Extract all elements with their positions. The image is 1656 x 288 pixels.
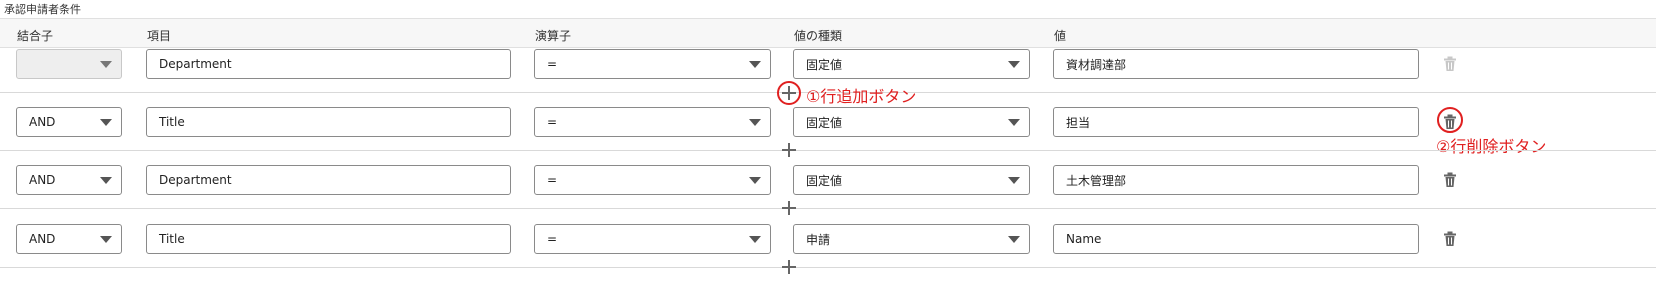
value-type-select[interactable]: 固定値	[793, 49, 1030, 79]
chevron-down-icon	[100, 61, 112, 68]
chevron-down-icon	[1008, 119, 1020, 126]
header-operator: 演算子	[535, 29, 572, 43]
value-field[interactable]: 資材調達部	[1053, 49, 1419, 79]
operator-select[interactable]: =	[534, 224, 771, 254]
operator-value: =	[547, 115, 558, 129]
connector-select[interactable]	[16, 49, 122, 79]
chevron-down-icon	[749, 119, 761, 126]
chevron-down-icon	[749, 236, 761, 243]
header-connector: 結合子	[17, 29, 54, 43]
value-text: 土木管理部	[1066, 173, 1127, 188]
condition-row: AND Title = 申請 Name	[0, 219, 1656, 277]
delete-row-annotation: ②行削除ボタン	[1436, 137, 1547, 156]
trash-icon[interactable]	[1443, 56, 1457, 72]
item-value: Department	[159, 173, 232, 187]
chevron-down-icon	[1008, 61, 1020, 68]
condition-row: AND Department = 固定値 土木管理部	[0, 160, 1656, 218]
chevron-down-icon	[749, 61, 761, 68]
trash-icon[interactable]	[1443, 231, 1457, 247]
section-title: 承認申請者条件	[4, 3, 81, 16]
header-item: 項目	[147, 29, 172, 43]
value-field[interactable]: 土木管理部	[1053, 165, 1419, 195]
value-field[interactable]: 担当	[1053, 107, 1419, 137]
connector-select[interactable]: AND	[16, 165, 122, 195]
row-divider	[0, 208, 1656, 209]
header-value: 値	[1054, 29, 1067, 43]
operator-select[interactable]: =	[534, 49, 771, 79]
value-type-value: 固定値	[806, 57, 843, 72]
trash-icon[interactable]	[1443, 172, 1457, 188]
value-text: Name	[1066, 232, 1102, 246]
approval-conditions-panel: 承認申請者条件 結合子 項目 演算子 値の種類 値 Department = 固…	[0, 0, 1656, 288]
value-type-select[interactable]: 申請	[793, 224, 1030, 254]
value-text: 担当	[1066, 115, 1091, 130]
value-type-value: 固定値	[806, 173, 843, 188]
value-type-select[interactable]: 固定値	[793, 165, 1030, 195]
connector-value: AND	[29, 173, 56, 187]
operator-value: =	[547, 173, 558, 187]
row-divider	[0, 150, 1656, 151]
operator-value: =	[547, 57, 558, 71]
item-value: Department	[159, 57, 232, 71]
operator-value: =	[547, 232, 558, 246]
operator-select[interactable]: =	[534, 107, 771, 137]
item-field[interactable]: Department	[146, 49, 511, 79]
plus-icon[interactable]	[782, 260, 796, 274]
chevron-down-icon	[100, 119, 112, 126]
connector-select[interactable]: AND	[16, 107, 122, 137]
item-field[interactable]: Department	[146, 165, 511, 195]
item-value: Title	[159, 232, 185, 246]
item-field[interactable]: Title	[146, 224, 511, 254]
item-value: Title	[159, 115, 185, 129]
chevron-down-icon	[100, 236, 112, 243]
condition-row: AND Title = 固定値 担当	[0, 102, 1656, 160]
connector-value: AND	[29, 115, 56, 129]
value-type-value: 申請	[806, 232, 831, 247]
plus-icon[interactable]	[782, 143, 796, 157]
chevron-down-icon	[749, 177, 761, 184]
chevron-down-icon	[100, 177, 112, 184]
connector-select[interactable]: AND	[16, 224, 122, 254]
chevron-down-icon	[1008, 177, 1020, 184]
value-type-value: 固定値	[806, 115, 843, 130]
operator-select[interactable]: =	[534, 165, 771, 195]
row-divider	[0, 267, 1656, 268]
plus-icon[interactable]	[782, 201, 796, 215]
value-text: 資材調達部	[1066, 57, 1127, 72]
item-field[interactable]: Title	[146, 107, 511, 137]
value-type-select[interactable]: 固定値	[793, 107, 1030, 137]
connector-value: AND	[29, 232, 56, 246]
delete-row-highlight	[1437, 107, 1463, 133]
chevron-down-icon	[1008, 236, 1020, 243]
value-field[interactable]: Name	[1053, 224, 1419, 254]
header-value-type: 値の種類	[794, 29, 843, 43]
